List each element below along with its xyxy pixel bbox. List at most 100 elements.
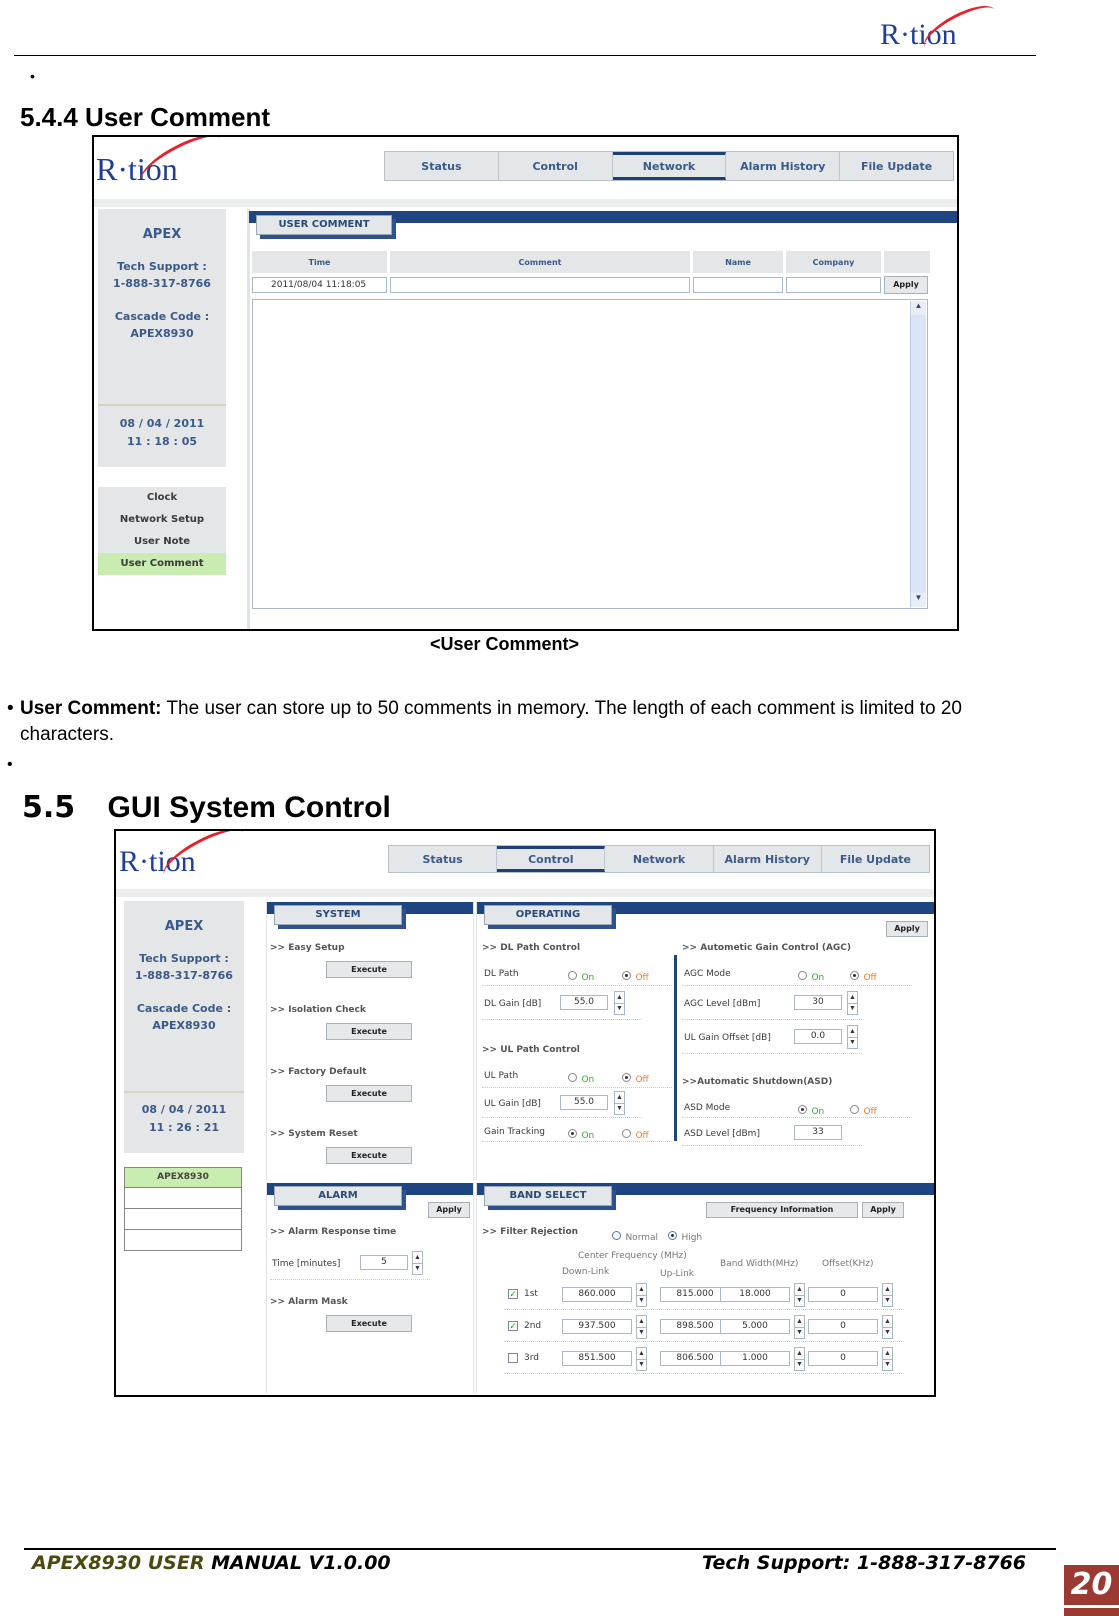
- down-arrow-icon[interactable]: ▼: [848, 1036, 857, 1049]
- band-bandwidth-stepper[interactable]: ▲ ▼: [794, 1315, 805, 1339]
- tab-network[interactable]: Network: [612, 152, 727, 180]
- band-offset-field[interactable]: 0: [808, 1319, 878, 1334]
- band-bandwidth-stepper[interactable]: ▲ ▼: [794, 1283, 805, 1307]
- agc-level-stepper[interactable]: ▲ ▼: [847, 991, 858, 1015]
- scroll-down-icon[interactable]: ▼: [911, 593, 926, 607]
- up-arrow-icon[interactable]: ▲: [795, 1348, 804, 1359]
- alarm-mask-execute-button[interactable]: Execute: [326, 1315, 412, 1332]
- alarm-time-stepper[interactable]: ▲ ▼: [412, 1251, 423, 1275]
- down-arrow-icon[interactable]: ▼: [795, 1294, 804, 1307]
- radio-icon[interactable]: [798, 1105, 807, 1115]
- band-offset-field[interactable]: 0: [808, 1351, 878, 1366]
- up-arrow-icon[interactable]: ▲: [883, 1348, 892, 1359]
- up-arrow-icon[interactable]: ▲: [413, 1252, 422, 1263]
- up-arrow-icon[interactable]: ▲: [637, 1284, 646, 1295]
- band-downlink-field[interactable]: 937.500: [562, 1319, 632, 1334]
- comment-list-scrollbar[interactable]: ▲ ▼: [910, 301, 926, 607]
- up-arrow-icon[interactable]: ▲: [883, 1316, 892, 1327]
- tab-status[interactable]: Status: [385, 152, 499, 180]
- radio-icon[interactable]: [622, 971, 631, 981]
- down-arrow-icon[interactable]: ▼: [615, 1102, 624, 1115]
- band-apply-button[interactable]: Apply: [862, 1202, 904, 1218]
- band-offset-field[interactable]: 0: [808, 1287, 878, 1302]
- band-downlink-stepper[interactable]: ▲ ▼: [636, 1347, 647, 1371]
- company-field[interactable]: [786, 277, 881, 293]
- down-arrow-icon[interactable]: ▼: [883, 1294, 892, 1307]
- filter-normal-option[interactable]: Normal: [612, 1227, 658, 1245]
- down-arrow-icon[interactable]: ▼: [795, 1358, 804, 1371]
- up-arrow-icon[interactable]: ▲: [637, 1316, 646, 1327]
- ul-path-off-option[interactable]: Off: [622, 1069, 649, 1087]
- dl-path-on-option[interactable]: On: [568, 967, 594, 985]
- easy-setup-execute-button[interactable]: Execute: [326, 961, 412, 978]
- radio-icon[interactable]: [568, 971, 577, 981]
- filter-high-option[interactable]: High: [668, 1227, 702, 1245]
- alarm-time-field[interactable]: 5: [360, 1255, 408, 1270]
- frequency-information-button[interactable]: Frequency Information: [706, 1202, 858, 1218]
- band-offset-stepper[interactable]: ▲ ▼: [882, 1315, 893, 1339]
- band-bandwidth-field[interactable]: 5.000: [720, 1319, 790, 1334]
- agc-mode-on-option[interactable]: On: [798, 967, 824, 985]
- band-downlink-stepper[interactable]: ▲ ▼: [636, 1315, 647, 1339]
- up-arrow-icon[interactable]: ▲: [637, 1348, 646, 1359]
- down-arrow-icon[interactable]: ▼: [637, 1326, 646, 1339]
- dl-gain-field[interactable]: 55.0: [560, 995, 608, 1010]
- down-arrow-icon[interactable]: ▼: [637, 1294, 646, 1307]
- alarm-apply-button[interactable]: Apply: [428, 1202, 470, 1218]
- tab-network[interactable]: Network: [605, 846, 714, 872]
- ul-gain-offset-stepper[interactable]: ▲ ▼: [847, 1025, 858, 1049]
- tab-file-update[interactable]: File Update: [822, 846, 929, 872]
- down-arrow-icon[interactable]: ▼: [848, 1002, 857, 1015]
- radio-icon[interactable]: [850, 971, 859, 981]
- radio-icon[interactable]: [668, 1231, 677, 1241]
- radio-icon[interactable]: [568, 1073, 577, 1083]
- radio-icon[interactable]: [850, 1105, 859, 1115]
- band-checkbox[interactable]: ✓: [508, 1321, 518, 1331]
- band-bandwidth-field[interactable]: 1.000: [720, 1351, 790, 1366]
- down-arrow-icon[interactable]: ▼: [883, 1358, 892, 1371]
- band-offset-stepper[interactable]: ▲ ▼: [882, 1347, 893, 1371]
- band-bandwidth-stepper[interactable]: ▲ ▼: [794, 1347, 805, 1371]
- up-arrow-icon[interactable]: ▲: [615, 1092, 624, 1103]
- down-arrow-icon[interactable]: ▼: [883, 1326, 892, 1339]
- band-downlink-stepper[interactable]: ▲ ▼: [636, 1283, 647, 1307]
- band-bandwidth-field[interactable]: 18.000: [720, 1287, 790, 1302]
- up-arrow-icon[interactable]: ▲: [795, 1316, 804, 1327]
- menu-item-user-note[interactable]: User Note: [98, 531, 226, 553]
- radio-icon[interactable]: [622, 1129, 631, 1139]
- down-arrow-icon[interactable]: ▼: [795, 1326, 804, 1339]
- asd-level-field[interactable]: 33: [794, 1125, 842, 1140]
- radio-icon[interactable]: [798, 971, 807, 981]
- up-arrow-icon[interactable]: ▲: [615, 992, 624, 1003]
- scroll-up-icon[interactable]: ▲: [911, 301, 926, 315]
- cascade-item[interactable]: APEX8930: [124, 1167, 242, 1188]
- apply-button[interactable]: Apply: [884, 276, 928, 294]
- band-checkbox[interactable]: ✓: [508, 1289, 518, 1299]
- radio-icon[interactable]: [568, 1129, 577, 1139]
- dl-gain-stepper[interactable]: ▲ ▼: [614, 991, 625, 1015]
- name-field[interactable]: [693, 277, 783, 293]
- cascade-item[interactable]: [124, 1188, 242, 1209]
- up-arrow-icon[interactable]: ▲: [848, 1026, 857, 1037]
- operating-apply-button[interactable]: Apply: [886, 921, 928, 937]
- tab-alarm-history[interactable]: Alarm History: [714, 846, 822, 872]
- time-field[interactable]: 2011/08/04 11:18:05: [252, 277, 387, 293]
- agc-level-field[interactable]: 30: [794, 995, 842, 1010]
- up-arrow-icon[interactable]: ▲: [883, 1284, 892, 1295]
- menu-item-user-comment[interactable]: User Comment: [98, 553, 226, 575]
- tab-control[interactable]: Control: [497, 846, 606, 872]
- band-downlink-field[interactable]: 860.000: [562, 1287, 632, 1302]
- cascade-item[interactable]: [124, 1230, 242, 1251]
- ul-gain-field[interactable]: 55.0: [560, 1095, 608, 1110]
- menu-item-clock[interactable]: Clock: [98, 487, 226, 509]
- up-arrow-icon[interactable]: ▲: [848, 992, 857, 1003]
- ul-gain-stepper[interactable]: ▲ ▼: [614, 1091, 625, 1115]
- down-arrow-icon[interactable]: ▼: [615, 1002, 624, 1015]
- cascade-item[interactable]: [124, 1209, 242, 1230]
- radio-icon[interactable]: [612, 1231, 621, 1241]
- tab-file-update[interactable]: File Update: [840, 152, 953, 180]
- system-reset-execute-button[interactable]: Execute: [326, 1147, 412, 1164]
- tab-status[interactable]: Status: [389, 846, 498, 872]
- comment-field[interactable]: [390, 277, 690, 293]
- ul-gain-offset-field[interactable]: 0.0: [794, 1029, 842, 1044]
